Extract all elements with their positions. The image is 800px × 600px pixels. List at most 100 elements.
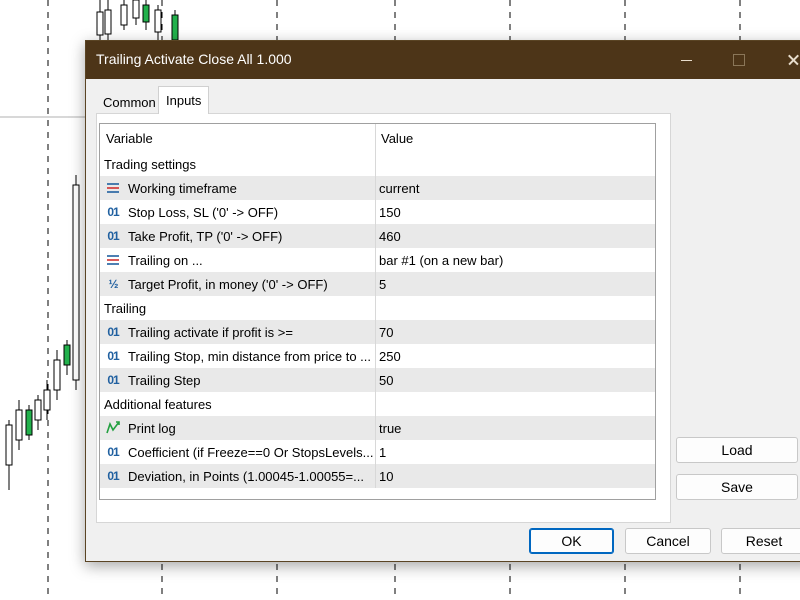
variable-cell: Print log xyxy=(100,416,376,440)
value-cell[interactable]: 1 xyxy=(376,440,655,464)
variable-label: Coefficient (if Freeze==0 Or StopsLevels… xyxy=(128,444,374,460)
cancel-button[interactable]: Cancel xyxy=(625,528,711,554)
bear-candle xyxy=(15,409,23,441)
variable-cell: Trailing xyxy=(100,296,376,320)
variable-cell: 01 Trailing Step xyxy=(100,368,376,392)
param-row[interactable]: Trailing on ... bar #1 (on a new bar) xyxy=(100,248,655,272)
value-cell xyxy=(376,152,655,176)
integer-icon: 01 xyxy=(104,204,122,220)
ok-button[interactable]: OK xyxy=(529,528,614,554)
variable-cell: Working timeframe xyxy=(100,176,376,200)
group-row: Trailing xyxy=(100,296,655,320)
value-cell[interactable]: 50 xyxy=(376,368,655,392)
boolean-icon xyxy=(104,420,122,436)
reset-button[interactable]: Reset xyxy=(721,528,800,554)
minimize-icon[interactable] xyxy=(674,49,698,71)
bull-candle xyxy=(25,409,33,436)
value-cell[interactable]: 150 xyxy=(376,200,655,224)
variable-cell: 01 Coefficient (if Freeze==0 Or StopsLeve… xyxy=(100,440,376,464)
integer-icon: 01 xyxy=(104,468,122,484)
enum-icon xyxy=(104,252,122,268)
dialog-title: Trailing Activate Close All 1.000 xyxy=(96,51,292,67)
value-cell[interactable]: 460 xyxy=(376,224,655,248)
bear-candle xyxy=(5,424,13,466)
variable-label: Trailing on ... xyxy=(128,252,203,268)
integer-icon: 01 xyxy=(104,348,122,364)
value-cell xyxy=(376,392,655,416)
variable-label: Print log xyxy=(128,420,176,436)
integer-icon: 01 xyxy=(104,228,122,244)
param-row[interactable]: 01 Coefficient (if Freeze==0 Or StopsLeve… xyxy=(100,440,655,464)
param-row[interactable]: 01 Trailing Step 50 xyxy=(100,368,655,392)
icon-glyph: 01 xyxy=(107,349,119,363)
variable-label: Target Profit, in money ('0' -> OFF) xyxy=(128,276,328,292)
bear-candle xyxy=(132,0,140,19)
icon-glyph: 01 xyxy=(107,229,119,243)
column-header-variable[interactable]: Variable xyxy=(100,124,376,152)
bear-candle xyxy=(104,9,112,35)
group-row: Trading settings xyxy=(100,152,655,176)
tab-inputs[interactable]: Inputs xyxy=(158,86,210,114)
value-cell[interactable]: 5 xyxy=(376,272,655,296)
group-row: Additional features xyxy=(100,392,655,416)
variable-cell: 01 Deviation, in Points (1.00045-1.00055=… xyxy=(100,464,376,488)
param-row[interactable]: 01 Trailing Stop, min distance from price… xyxy=(100,344,655,368)
value-cell[interactable]: bar #1 (on a new bar) xyxy=(376,248,655,272)
icon-glyph: 01 xyxy=(107,325,119,339)
integer-icon: 01 xyxy=(104,324,122,340)
bear-candle xyxy=(43,389,51,411)
param-row[interactable]: Working timeframe current xyxy=(100,176,655,200)
bear-candle xyxy=(96,11,104,36)
variable-label: Trailing Stop, min distance from price t… xyxy=(128,348,372,364)
variable-cell: 01 Trailing Stop, min distance from price… xyxy=(100,344,376,368)
bear-candle xyxy=(72,184,80,381)
value-cell[interactable]: true xyxy=(376,416,655,440)
maximize-icon[interactable] xyxy=(727,49,751,71)
column-header-value[interactable]: Value xyxy=(376,124,655,152)
variable-cell: Additional features xyxy=(100,392,376,416)
integer-icon: 01 xyxy=(104,372,122,388)
param-row[interactable]: ½ Target Profit, in money ('0' -> OFF) 5 xyxy=(100,272,655,296)
icon-glyph: ½ xyxy=(108,277,118,291)
inputs-grid: Variable Value Trading settings Working t… xyxy=(99,123,656,500)
icon-glyph: 01 xyxy=(107,445,119,459)
value-cell[interactable]: 10 xyxy=(376,464,655,488)
value-cell[interactable]: 250 xyxy=(376,344,655,368)
param-row[interactable]: 01 Trailing activate if profit is >= 70 xyxy=(100,320,655,344)
variable-cell: 01 Stop Loss, SL ('0' -> OFF) xyxy=(100,200,376,224)
bull-candle xyxy=(171,14,179,41)
variable-cell: Trading settings xyxy=(100,152,376,176)
group-label: Additional features xyxy=(104,396,212,412)
save-button[interactable]: Save xyxy=(676,474,798,500)
grid-header: Variable Value xyxy=(100,124,655,152)
icon-glyph: 01 xyxy=(107,205,119,219)
close-icon[interactable] xyxy=(781,49,800,71)
variable-label: Stop Loss, SL ('0' -> OFF) xyxy=(128,204,279,220)
value-cell[interactable]: current xyxy=(376,176,655,200)
dialog-titlebar[interactable]: Trailing Activate Close All 1.000 xyxy=(86,41,800,79)
value-cell xyxy=(376,296,655,320)
bear-candle xyxy=(34,399,42,421)
inputs-dialog: Trailing Activate Close All 1.000 Common… xyxy=(85,40,800,562)
bear-candle xyxy=(53,359,61,391)
param-row[interactable]: Print log true xyxy=(100,416,655,440)
param-row[interactable]: 01 Take Profit, TP ('0' -> OFF) 460 xyxy=(100,224,655,248)
fraction-icon: ½ xyxy=(104,276,122,292)
value-cell[interactable]: 70 xyxy=(376,320,655,344)
variable-cell: Trailing on ... xyxy=(100,248,376,272)
variable-label: Trailing activate if profit is >= xyxy=(128,324,293,340)
enum-icon xyxy=(104,180,122,196)
bull-candle xyxy=(142,4,150,23)
bear-candle xyxy=(120,4,128,26)
variable-label: Trailing Step xyxy=(128,372,201,388)
icon-glyph: 01 xyxy=(107,469,119,483)
load-button[interactable]: Load xyxy=(676,437,798,463)
bull-candle xyxy=(63,344,71,366)
variable-cell: 01 Take Profit, TP ('0' -> OFF) xyxy=(100,224,376,248)
param-row[interactable]: 01 Deviation, in Points (1.00045-1.00055=… xyxy=(100,464,655,488)
param-row[interactable]: 01 Stop Loss, SL ('0' -> OFF) 150 xyxy=(100,200,655,224)
bear-candle xyxy=(154,9,162,33)
variable-label: Take Profit, TP ('0' -> OFF) xyxy=(128,228,283,244)
variable-cell: ½ Target Profit, in money ('0' -> OFF) xyxy=(100,272,376,296)
tab-common[interactable]: Common xyxy=(96,91,163,113)
